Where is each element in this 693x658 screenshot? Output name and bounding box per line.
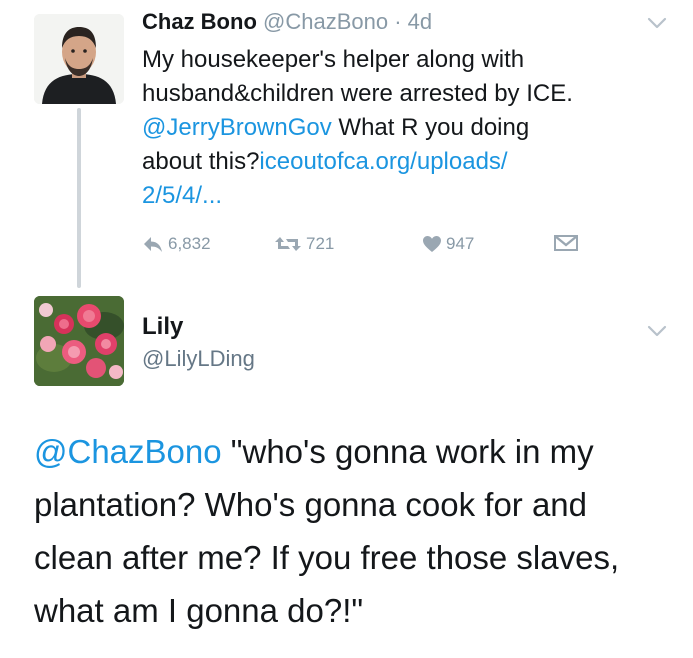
retweet-button[interactable]: 721 [274,234,334,254]
envelope-icon [554,235,578,251]
like-count: 947 [446,234,475,253]
tweet1-author-handle[interactable]: @ChazBono [263,9,388,34]
tweet1-separator: · [388,9,408,34]
tweet1-text-line: My housekeeper's helper along with [142,46,525,73]
avatar-lily[interactable] [34,296,124,386]
direct-message-button[interactable] [554,234,578,252]
heart-icon [423,236,441,252]
tweet1-text-segment: What R you doing [331,114,530,141]
retweet-icon [275,237,301,251]
tweet1-text-line: 2/5/4/... [142,179,662,213]
reply-icon [144,237,162,252]
tweet1-menu-chevron-icon[interactable] [646,16,668,30]
tweet1-text-line: @JerryBrownGov What R you doing [142,111,662,145]
tweet1-url-link-continued[interactable]: 2/5/4/... [142,182,222,209]
tweet1-text-segment: about this? [142,148,260,175]
tweet1-text: My housekeeper's helper along with husba… [142,43,662,213]
avatar-chaz-bono[interactable] [34,14,124,104]
tweet1-header: Chaz Bono @ChazBono · 4d [142,8,432,36]
tweet1-mention-link[interactable]: @JerryBrownGov [142,114,332,141]
person-photo-icon [34,14,124,104]
like-button[interactable]: 947 [422,234,474,254]
tweet2-author-handle[interactable]: @LilyLDing [142,345,255,373]
tweet1-timestamp[interactable]: 4d [408,9,432,34]
retweet-count: 721 [306,234,335,253]
flowers-photo-icon [34,296,124,386]
tweet2-author-name[interactable]: Lily [142,312,183,342]
tweet2-text: @ChazBono "who's gonna work in my planta… [34,425,674,637]
reply-button[interactable]: 6,832 [142,234,211,254]
tweet2-mention-link[interactable]: @ChazBono [34,433,222,470]
tweet1-text-line: about this?iceoutofca.org/uploads/ [142,145,662,179]
tweet2-menu-chevron-icon[interactable] [646,324,668,338]
tweet1-url-link[interactable]: iceoutofca.org/uploads/ [259,148,507,175]
reply-count: 6,832 [168,234,211,253]
tweet1-author-name[interactable]: Chaz Bono [142,9,257,34]
tweet1-text-line: husband&children were arrested by ICE. [142,80,573,107]
thread-connector-line [77,108,81,288]
tweet1-action-bar: 6,832 721 947 [142,232,612,260]
